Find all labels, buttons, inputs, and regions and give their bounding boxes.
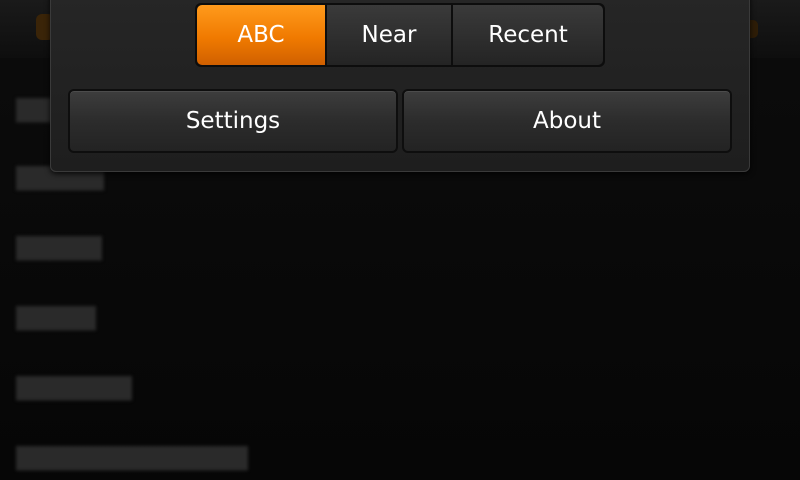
filter-abc-button[interactable]: ABC <box>197 5 325 65</box>
background-list-item: ███████████ <box>16 376 132 401</box>
about-button[interactable]: About <box>402 89 732 153</box>
background-list-item: █████████████████████ <box>16 446 248 471</box>
sort-filter-segmented-control: ABC Near Recent <box>195 3 605 67</box>
filter-recent-button[interactable]: Recent <box>453 5 603 65</box>
filter-near-button[interactable]: Near <box>327 5 451 65</box>
background-list-item: ███████ <box>16 306 96 331</box>
background-list-item: ████████ <box>16 236 102 261</box>
settings-button[interactable]: Settings <box>68 89 398 153</box>
